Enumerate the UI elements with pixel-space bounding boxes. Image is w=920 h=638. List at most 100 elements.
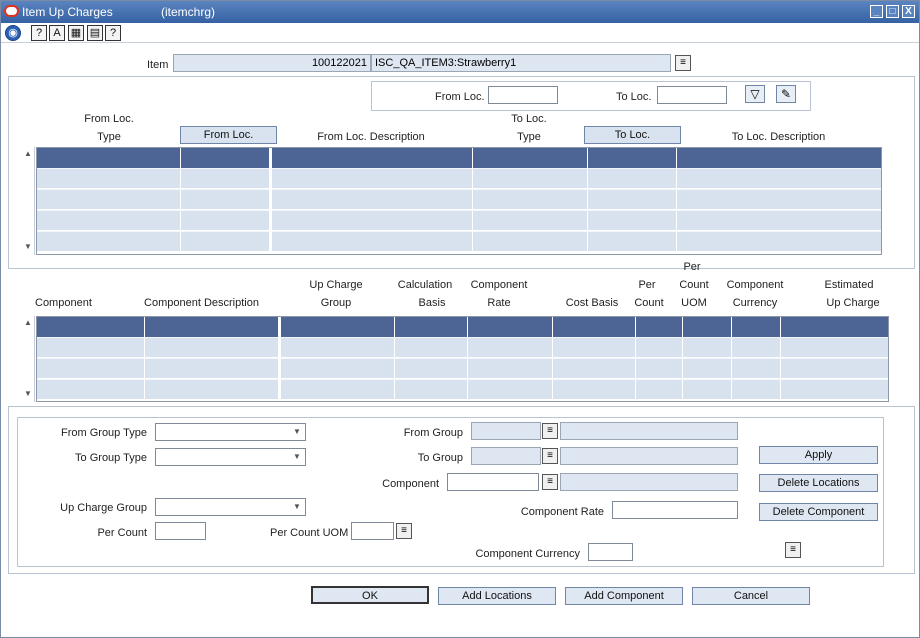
per-count-uom-lov-icon[interactable]: ≡ xyxy=(396,523,412,539)
column-divider xyxy=(635,317,636,401)
column-divider xyxy=(472,148,473,254)
chevron-down-icon: ▼ xyxy=(293,452,301,461)
globe-icon[interactable]: ◉ xyxy=(5,25,21,41)
from-group-description xyxy=(560,422,738,440)
column-divider xyxy=(731,317,732,401)
comp-currency-header-line2: Currency xyxy=(732,297,778,309)
component-description xyxy=(560,473,738,491)
filter-from-loc-label: From Loc. xyxy=(435,91,485,103)
from-loc-desc-header: From Loc. Description xyxy=(317,131,425,143)
locations-grid-scrollbar[interactable]: ▲ ▼ xyxy=(21,147,35,255)
context-help-icon[interactable]: ? xyxy=(105,25,121,41)
chevron-down-icon: ▼ xyxy=(293,502,301,511)
from-loc-type-header-line1: From Loc. xyxy=(84,113,134,125)
column-divider xyxy=(467,317,468,401)
table-row[interactable] xyxy=(37,337,888,357)
to-group-type-select[interactable]: ▼ xyxy=(155,448,306,466)
ok-button[interactable]: OK xyxy=(311,586,429,604)
to-group-lov-icon[interactable]: ≡ xyxy=(542,448,558,464)
oracle-logo-icon xyxy=(4,5,19,17)
per-count-header-line1: Per xyxy=(638,279,656,291)
est-up-charge-header-line1: Estimated xyxy=(824,279,874,291)
minimize-icon[interactable]: _ xyxy=(870,5,883,18)
scroll-down-icon[interactable]: ▼ xyxy=(22,241,34,253)
component-input[interactable] xyxy=(447,473,539,491)
scroll-down-icon[interactable]: ▼ xyxy=(22,388,34,400)
components-grid xyxy=(36,316,889,402)
per-count-uom-header-line3: UOM xyxy=(681,297,707,309)
add-component-button[interactable]: Add Component xyxy=(565,587,683,605)
title-bar: Item Up Charges (itemchrg) _ □ X xyxy=(1,1,919,23)
per-count-uom-label: Per Count UOM xyxy=(270,527,349,539)
locations-grid xyxy=(36,147,882,255)
delete-component-button[interactable]: Delete Component xyxy=(759,503,878,521)
up-charge-group-select[interactable]: ▼ xyxy=(155,498,306,516)
est-up-charge-header-line2: Up Charge xyxy=(826,297,880,309)
maximize-icon[interactable]: □ xyxy=(886,5,899,18)
scroll-up-icon[interactable]: ▲ xyxy=(22,317,34,329)
to-loc-type-header-line2: Type xyxy=(517,131,541,143)
help-icon[interactable]: ? xyxy=(31,25,47,41)
table-row[interactable] xyxy=(37,168,881,188)
column-divider xyxy=(394,317,395,401)
from-group-type-select[interactable]: ▼ xyxy=(155,423,306,441)
component-label: Component xyxy=(382,478,439,490)
component-entry-panel xyxy=(17,417,884,567)
cancel-button[interactable]: Cancel xyxy=(692,587,810,605)
filter-to-loc-input[interactable] xyxy=(657,86,727,104)
spell-check-icon[interactable]: A xyxy=(49,25,65,41)
from-group-label: From Group xyxy=(403,427,463,439)
clear-filter-icon[interactable]: ✎ xyxy=(776,85,796,103)
column-divider xyxy=(278,317,281,401)
to-group-input xyxy=(471,447,541,465)
item-lov-icon[interactable]: ≡ xyxy=(675,55,691,71)
calculator-icon[interactable]: ▦ xyxy=(68,25,84,41)
component-currency-label: Component Currency xyxy=(475,548,580,560)
item-number-field: 100122021 xyxy=(173,54,371,72)
to-group-type-label: To Group Type xyxy=(75,452,147,464)
from-group-lov-icon[interactable]: ≡ xyxy=(542,423,558,439)
column-divider xyxy=(682,317,683,401)
per-count-uom-header-line1: Per xyxy=(683,261,701,273)
component-rate-input[interactable] xyxy=(612,501,738,519)
apply-button[interactable]: Apply xyxy=(759,446,878,464)
up-charge-group-label: Up Charge Group xyxy=(60,502,147,514)
from-group-input xyxy=(471,422,541,440)
table-row[interactable] xyxy=(37,231,881,251)
locations-grid-selected-row[interactable] xyxy=(37,148,881,168)
delete-locations-button[interactable]: Delete Locations xyxy=(759,474,878,492)
per-count-uom-input[interactable] xyxy=(351,522,394,540)
table-row[interactable] xyxy=(37,210,881,230)
item-up-charges-window: Item Up Charges (itemchrg) _ □ X ◉ ? A ▦… xyxy=(0,0,920,638)
add-locations-button[interactable]: Add Locations xyxy=(438,587,556,605)
filter-icon[interactable]: ▽ xyxy=(745,85,765,103)
component-lov-icon[interactable]: ≡ xyxy=(542,474,558,490)
component-desc-header: Component Description xyxy=(144,297,259,309)
filter-from-loc-input[interactable] xyxy=(488,86,558,104)
filter-to-loc-label: To Loc. xyxy=(616,91,652,103)
window-title: Item Up Charges xyxy=(22,5,113,19)
comp-rate-header-line1: Component xyxy=(470,279,528,291)
to-loc-sort-button[interactable]: To Loc. xyxy=(584,126,681,144)
column-divider xyxy=(180,148,181,254)
up-charge-group-header-line1: Up Charge xyxy=(309,279,363,291)
from-group-type-label: From Group Type xyxy=(61,427,147,439)
scroll-up-icon[interactable]: ▲ xyxy=(22,148,34,160)
components-grid-scrollbar[interactable]: ▲ ▼ xyxy=(21,316,35,402)
table-row[interactable] xyxy=(37,379,888,399)
from-loc-type-header-line2: Type xyxy=(97,131,121,143)
table-row[interactable] xyxy=(37,358,888,378)
per-count-label: Per Count xyxy=(97,527,147,539)
currency-lov-icon[interactable]: ≡ xyxy=(785,542,801,558)
toolbar: ◉ ? A ▦ ▤ ? xyxy=(1,23,919,43)
per-count-input[interactable] xyxy=(155,522,206,540)
close-icon[interactable]: X xyxy=(902,5,915,18)
component-currency-input[interactable] xyxy=(588,543,633,561)
up-charge-group-header-line2: Group xyxy=(320,297,352,309)
components-grid-selected-row[interactable] xyxy=(37,317,888,337)
to-group-label: To Group xyxy=(417,452,463,464)
from-loc-sort-button[interactable]: From Loc. xyxy=(180,126,277,144)
table-row[interactable] xyxy=(37,189,881,209)
calc-basis-header-line1: Calculation xyxy=(397,279,453,291)
print-icon[interactable]: ▤ xyxy=(87,25,103,41)
